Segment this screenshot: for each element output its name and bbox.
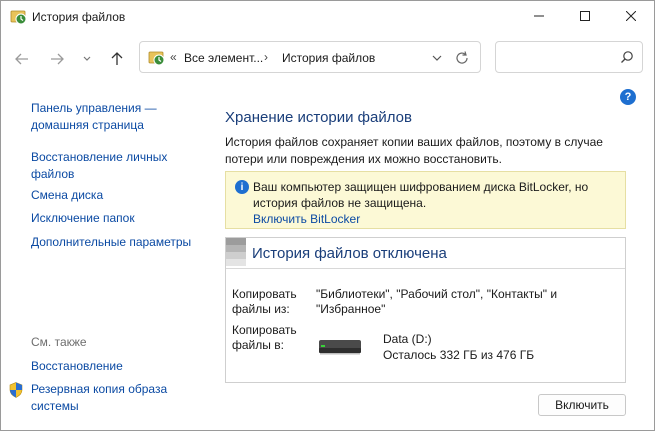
file-history-icon: [148, 51, 165, 66]
minimize-button[interactable]: [516, 1, 562, 31]
breadcrumb-separator[interactable]: ›: [264, 50, 268, 64]
back-button[interactable]: [11, 48, 33, 70]
sidebar-link-select-drive[interactable]: Смена диска: [31, 187, 103, 204]
sidebar-link-exclude-folders[interactable]: Исключение папок: [31, 210, 135, 227]
chevron-down-icon: [83, 56, 91, 61]
arrow-left-icon: [15, 53, 28, 65]
notice-text: Ваш компьютер защищен шифрованием диска …: [253, 180, 589, 210]
window-title: История файлов: [32, 10, 126, 24]
drive-free-space: Осталось 332 ГБ из 476 ГБ: [383, 348, 535, 362]
file-history-window: История файлов « Все элемент... › Истори…: [0, 0, 655, 431]
help-icon[interactable]: ?: [620, 89, 636, 105]
status-header: История файлов отключена: [252, 245, 447, 262]
status-panel: История файлов отключена Копировать файл…: [225, 237, 626, 383]
sidebar-link-system-image-backup[interactable]: Резервная копия образа системы: [31, 381, 191, 415]
maximize-button[interactable]: [562, 1, 608, 31]
copy-from-value: "Библиотеки", "Рабочий стол", "Контакты"…: [316, 287, 558, 316]
search-input[interactable]: [495, 41, 643, 73]
arrow-up-icon: [111, 52, 123, 65]
sidebar-link-advanced-settings[interactable]: Дополнительные параметры: [31, 234, 191, 251]
minimize-icon: [534, 15, 544, 17]
enable-button[interactable]: Включить: [538, 394, 626, 416]
info-icon: i: [235, 180, 249, 194]
copy-from-label: Копировать файлы из:: [232, 287, 297, 316]
breadcrumb-file-history[interactable]: История файлов: [282, 51, 375, 65]
address-bar[interactable]: « Все элемент... › История файлов: [139, 41, 481, 73]
address-overflow-chevron[interactable]: «: [170, 50, 177, 64]
bitlocker-notice: i Ваш компьютер защищен шифрованием диск…: [225, 171, 626, 229]
hard-drive-icon: [319, 340, 361, 355]
close-button[interactable]: [608, 1, 654, 31]
page-title: Хранение истории файлов: [225, 109, 412, 126]
uac-shield-icon: [9, 382, 23, 398]
breadcrumb-all-items[interactable]: Все элемент...: [184, 51, 263, 65]
forward-button[interactable]: [46, 48, 68, 70]
refresh-icon[interactable]: [454, 50, 470, 66]
maximize-icon: [580, 11, 590, 21]
close-icon: [626, 11, 636, 21]
sidebar-link-recovery[interactable]: Восстановление: [31, 358, 123, 375]
up-button[interactable]: [106, 48, 128, 70]
address-dropdown-icon[interactable]: [430, 51, 444, 65]
sidebar-link-restore-personal-files[interactable]: Восстановление личных файлов: [31, 149, 191, 183]
page-description: История файлов сохраняет копии ваших фай…: [225, 135, 603, 166]
arrow-right-icon: [51, 53, 64, 65]
drive-name: Data (D:): [383, 332, 432, 346]
see-also-label: См. также: [31, 335, 87, 349]
copy-to-label: Копировать файлы в:: [232, 323, 297, 352]
sidebar-link-control-panel-home[interactable]: Панель управления — домашняя страница: [31, 100, 191, 134]
search-icon: [621, 51, 633, 63]
recent-locations-button[interactable]: [79, 48, 95, 70]
enable-bitlocker-link[interactable]: Включить BitLocker: [253, 212, 360, 226]
file-history-app-icon: [10, 10, 27, 25]
status-divider: [226, 268, 625, 269]
status-gradient-icon: [226, 238, 246, 266]
title-bar: История файлов: [1, 1, 654, 33]
navigation-bar: « Все элемент... › История файлов: [1, 37, 654, 81]
